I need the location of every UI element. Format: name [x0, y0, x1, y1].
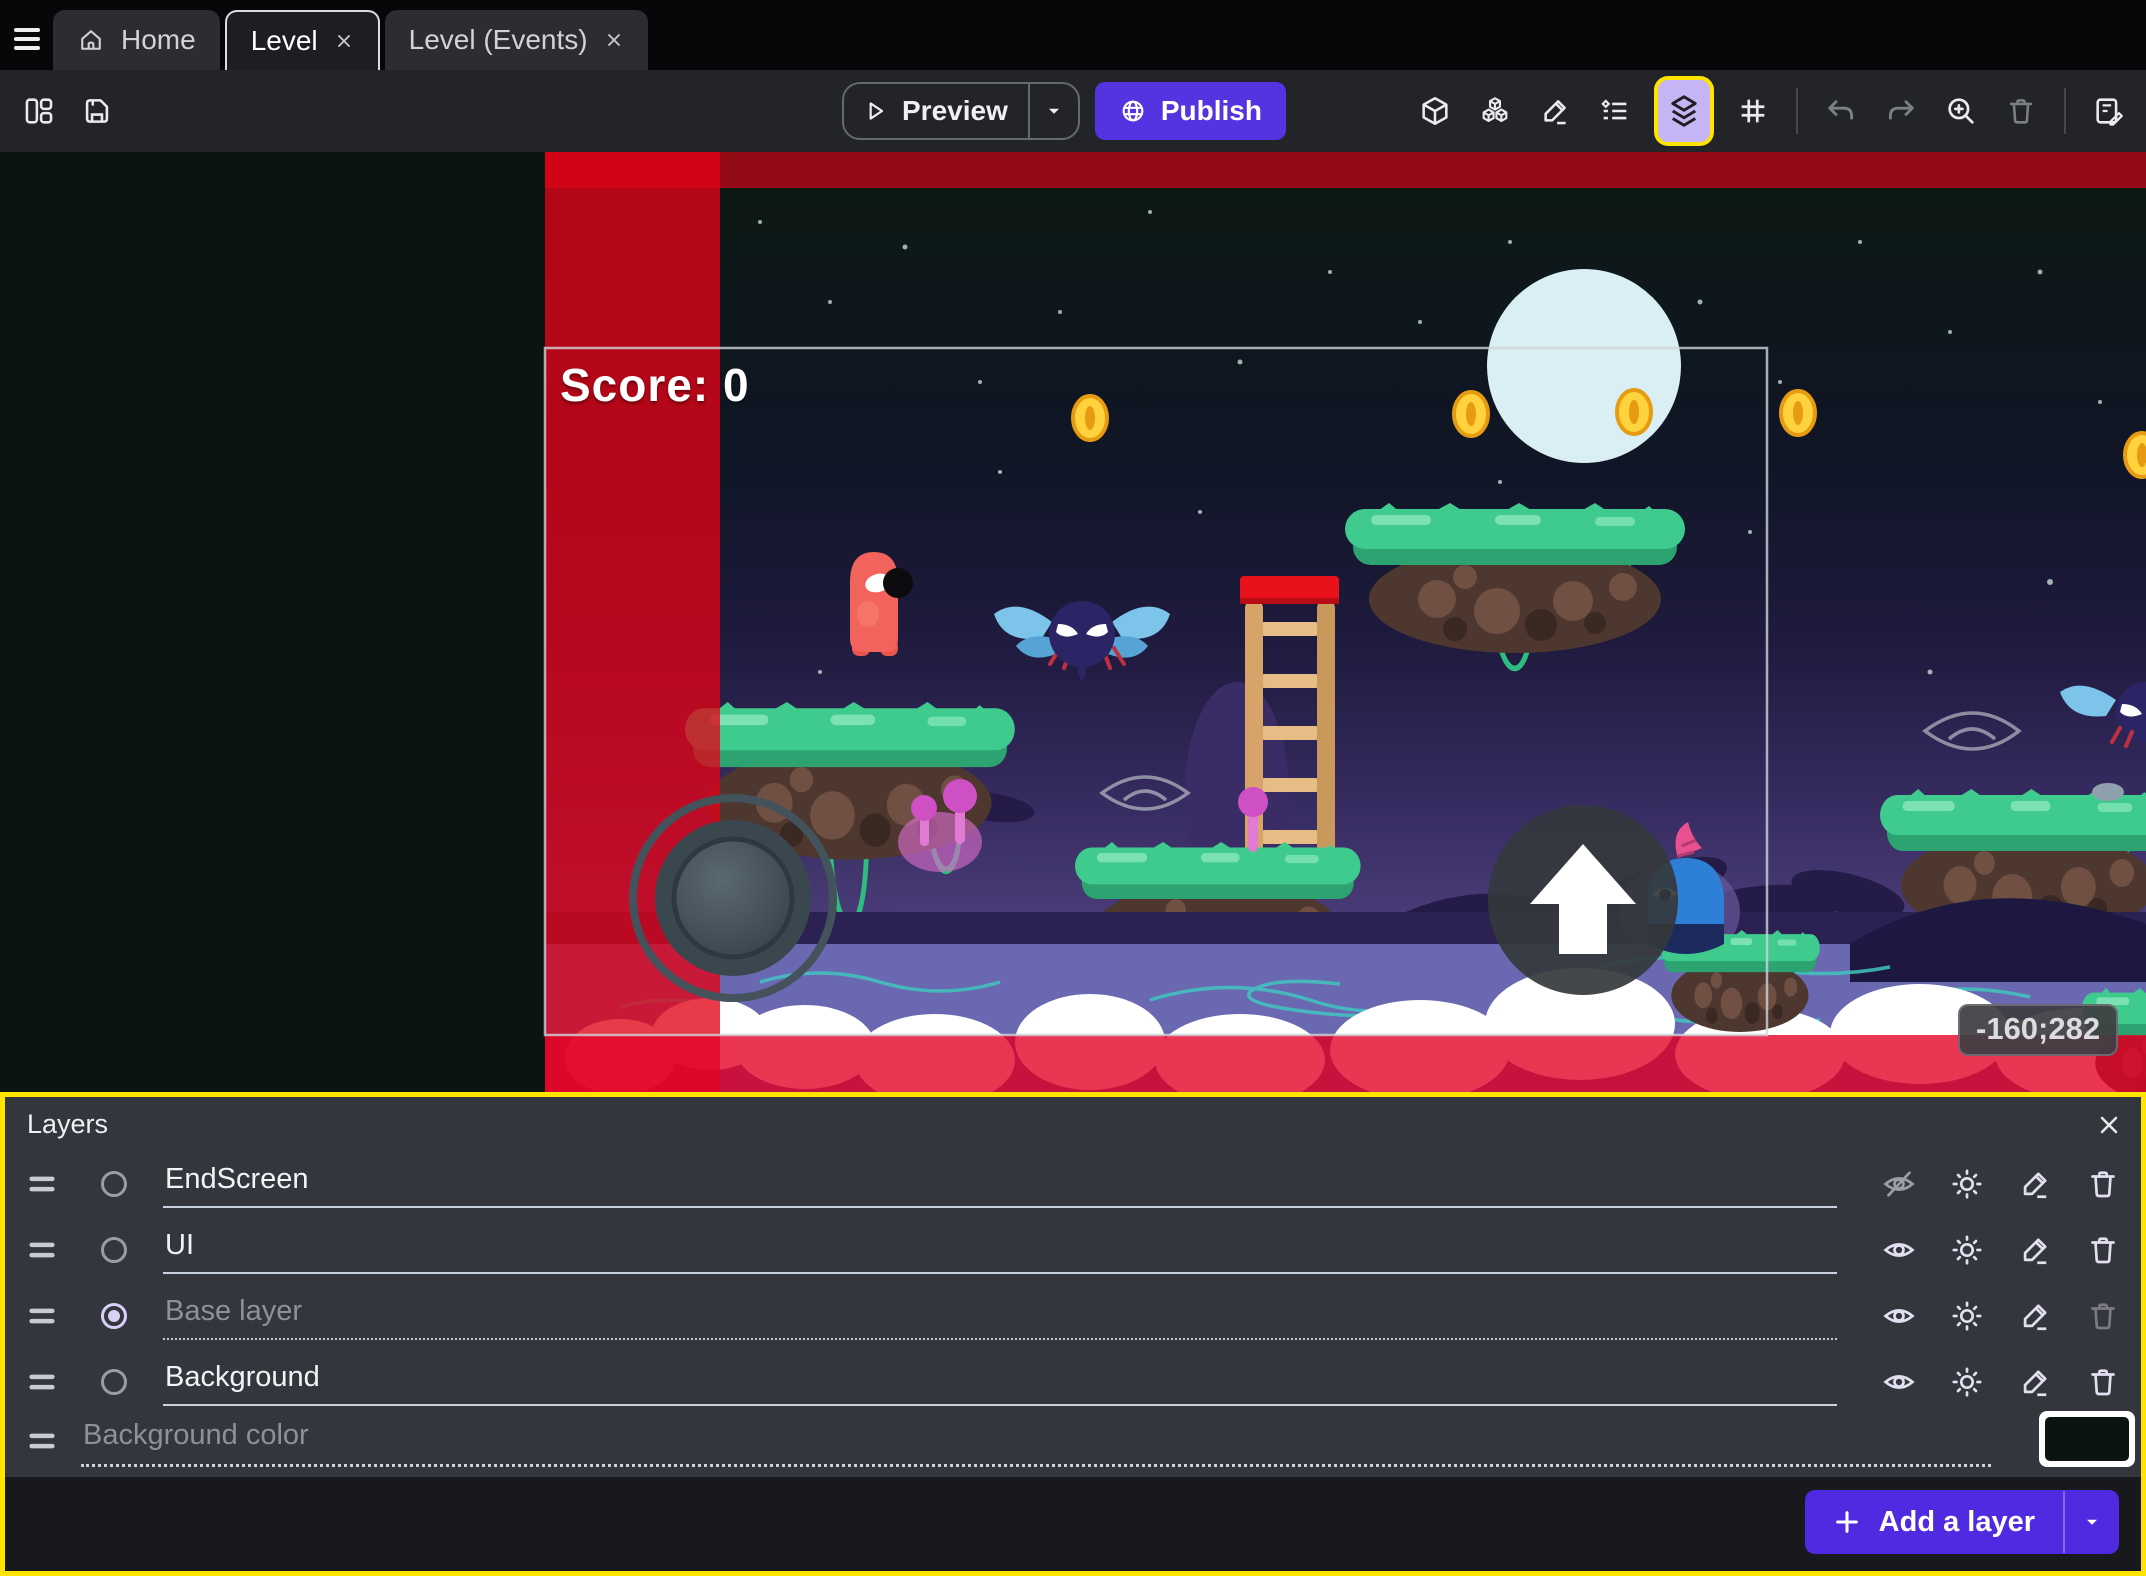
moon — [1487, 269, 1681, 463]
layer-row-ui: UI — [5, 1217, 2141, 1283]
layer-row-endscreen: EndScreen — [5, 1151, 2141, 1217]
tab-bar: Home Level Level (Events) — [0, 0, 2146, 70]
layers-panel-title: Layers — [27, 1109, 108, 1140]
delete-trash-icon[interactable] — [2085, 1166, 2121, 1202]
effects-sun-icon[interactable] — [1949, 1364, 1985, 1400]
plus-icon — [1833, 1508, 1861, 1536]
rename-pencil-icon[interactable] — [2017, 1298, 2053, 1334]
close-icon[interactable] — [334, 31, 354, 51]
tab-level[interactable]: Level — [225, 10, 380, 70]
grid-icon[interactable] — [1736, 94, 1770, 128]
drag-handle-icon[interactable] — [25, 1304, 59, 1328]
top-guard-band — [545, 152, 2146, 188]
tab-label: Level (Events) — [409, 24, 588, 56]
properties-list-icon[interactable] — [1598, 94, 1632, 128]
visibility-eye-icon[interactable] — [1881, 1298, 1917, 1334]
add-layer-label: Add a layer — [1879, 1506, 2035, 1539]
layer-name-input[interactable]: UI — [163, 1227, 1837, 1274]
preview-label: Preview — [902, 95, 1008, 127]
close-icon[interactable] — [604, 30, 624, 50]
rename-pencil-icon[interactable] — [2017, 1364, 2053, 1400]
edit-pencil-icon[interactable] — [1538, 94, 1572, 128]
visibility-off-icon[interactable] — [1881, 1166, 1917, 1202]
publish-button[interactable]: Publish — [1095, 82, 1286, 140]
layer-name-input[interactable]: Background — [163, 1359, 1837, 1406]
rename-pencil-icon[interactable] — [2017, 1166, 2053, 1202]
effects-sun-icon[interactable] — [1949, 1166, 1985, 1202]
zoom-in-icon[interactable] — [1944, 94, 1978, 128]
drag-handle-icon — [25, 1429, 59, 1453]
close-icon[interactable] — [2095, 1111, 2123, 1139]
jump-button[interactable] — [1488, 805, 1678, 995]
redo-icon[interactable] — [1884, 94, 1918, 128]
publish-label: Publish — [1161, 95, 1262, 127]
delete-trash-icon[interactable] — [2085, 1232, 2121, 1268]
layers-panel: Layers EndScreen UI — [0, 1092, 2146, 1576]
virtual-joystick[interactable] — [633, 798, 833, 998]
divider — [1796, 88, 1798, 134]
divider — [2064, 88, 2066, 134]
home-icon — [77, 26, 105, 54]
effects-sun-icon[interactable] — [1949, 1298, 1985, 1334]
preview-button[interactable]: Preview — [842, 82, 1080, 140]
undo-icon[interactable] — [1824, 94, 1858, 128]
layer-name-input[interactable]: EndScreen — [163, 1161, 1837, 1208]
scene-canvas[interactable]: Score: 0 -160;282 — [0, 152, 2146, 1092]
menu-icon[interactable] — [14, 28, 40, 50]
layer-row-base-layer: Base layer — [5, 1283, 2141, 1349]
globe-icon — [1119, 97, 1147, 125]
layer-name-input[interactable]: Base layer — [163, 1293, 1837, 1340]
layers-panel-toggle[interactable] — [1658, 80, 1710, 142]
instances-blocks-icon[interactable] — [1478, 94, 1512, 128]
toggle-panels-icon[interactable] — [22, 94, 56, 128]
editor-toolbar: Preview Publish — [0, 70, 2146, 152]
tab-label: Home — [121, 24, 196, 56]
delete-trash-icon-disabled — [2085, 1298, 2121, 1334]
chevron-down-icon — [1043, 100, 1065, 122]
scene-artwork — [0, 152, 2146, 1092]
add-layer-button[interactable]: Add a layer — [1805, 1490, 2119, 1554]
score-hud-text: Score: 0 — [560, 358, 750, 412]
delete-trash-icon[interactable] — [2085, 1364, 2121, 1400]
chevron-down-icon — [2081, 1511, 2103, 1533]
preview-options-dropdown[interactable] — [1030, 100, 1078, 122]
scene-properties-icon[interactable] — [2092, 94, 2126, 128]
visibility-eye-icon[interactable] — [1881, 1232, 1917, 1268]
tab-level-events[interactable]: Level (Events) — [385, 10, 648, 70]
cursor-coordinates-badge: -160;282 — [1958, 1004, 2118, 1056]
effects-sun-icon[interactable] — [1949, 1232, 1985, 1268]
drag-handle-icon[interactable] — [25, 1172, 59, 1196]
delete-icon[interactable] — [2004, 94, 2038, 128]
background-color-swatch[interactable] — [2039, 1411, 2135, 1467]
drag-handle-icon[interactable] — [25, 1238, 59, 1262]
layers-icon — [1666, 93, 1702, 129]
tab-home[interactable]: Home — [53, 10, 220, 70]
layer-select-radio[interactable] — [101, 1237, 127, 1263]
layer-row-background: Background — [5, 1349, 2141, 1415]
add-layer-options-dropdown[interactable] — [2065, 1511, 2119, 1533]
background-color-label: Background color — [83, 1419, 309, 1451]
objects-cube-icon[interactable] — [1418, 94, 1452, 128]
layer-select-radio[interactable] — [101, 1369, 127, 1395]
rename-pencil-icon[interactable] — [2017, 1232, 2053, 1268]
background-color-value — [2045, 1417, 2129, 1461]
visibility-eye-icon[interactable] — [1881, 1364, 1917, 1400]
bottom-guard-band — [545, 1035, 2146, 1092]
layer-select-radio-selected[interactable] — [101, 1303, 127, 1329]
layers-panel-footer: Add a layer — [5, 1477, 2141, 1571]
app-window: Home Level Level (Events) Preview — [0, 0, 2146, 1576]
tab-label: Level — [251, 25, 318, 57]
drag-handle-icon[interactable] — [25, 1370, 59, 1394]
background-color-row: Background color — [5, 1415, 2141, 1477]
layer-select-radio[interactable] — [101, 1171, 127, 1197]
play-icon — [862, 98, 888, 124]
save-icon[interactable] — [80, 94, 114, 128]
